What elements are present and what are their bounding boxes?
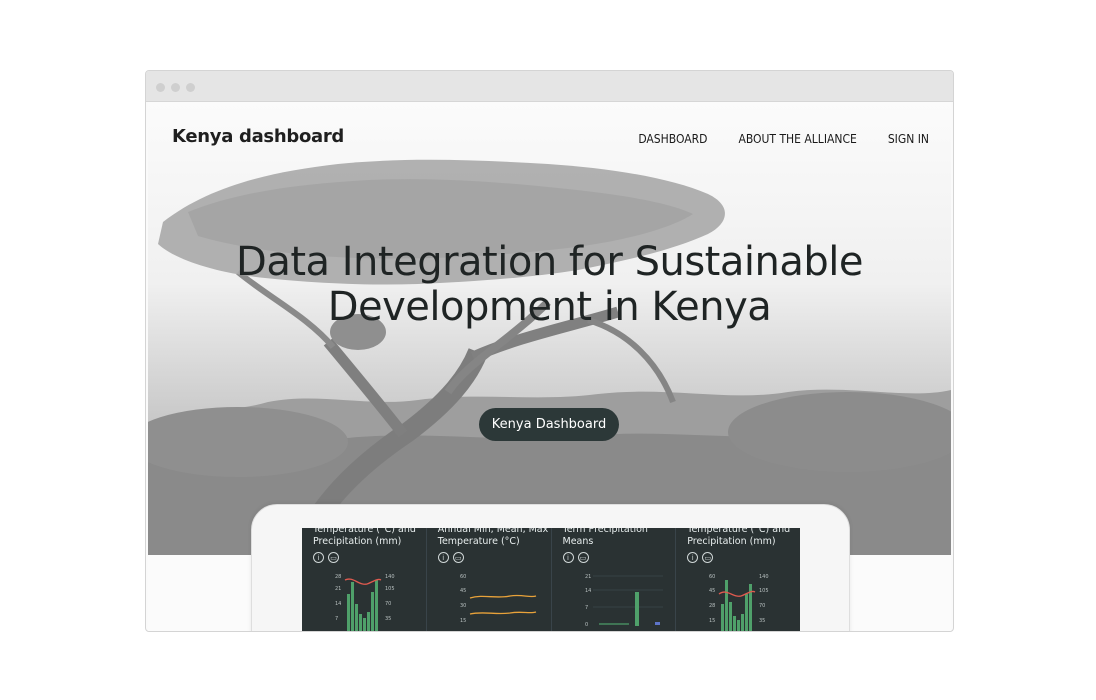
axis-tick-label: 14 (335, 601, 341, 607)
axis-tick-label: 45 (709, 588, 715, 594)
mini-chart: 28 21 14 7 140 105 70 35 (335, 574, 395, 631)
chart-panel: Temperature (°C) and Precipitation (mm) … (676, 528, 800, 631)
chart-title-line-2: Temperature (°C) (437, 536, 520, 547)
print-icon[interactable]: ▭ (702, 552, 714, 563)
mini-chart: 21 14 7 0 (585, 574, 663, 628)
axis-tick-label: 35 (385, 616, 391, 622)
hero-title-line-2: Development in Kenya (327, 284, 772, 330)
chart-panel: Term Precipitation Means i ▭ 21 14 7 0 (552, 528, 677, 631)
print-icon[interactable]: ▭ (577, 552, 589, 563)
top-nav: DASHBOARD ABOUT THE ALLIANCE SIGN IN (638, 132, 929, 146)
browser-titlebar (146, 71, 953, 102)
axis-tick-label: 35 (759, 618, 765, 624)
kenya-dashboard-button[interactable]: Kenya Dashboard (479, 408, 619, 441)
axis-tick-label: 70 (385, 601, 391, 607)
axis-tick-label: 105 (385, 586, 395, 592)
chart-title-line-1: Temperature (°C) and (313, 528, 416, 535)
axis-tick-label: 45 (460, 588, 466, 594)
chart-panel: Annual Min, Mean, Max Temperature (°C) i… (427, 528, 552, 631)
chart-title-line-2: Precipitation (mm) (313, 536, 402, 547)
chart-panel: Temperature (°C) and Precipitation (mm) … (302, 528, 427, 631)
axis-tick-label: 7 (335, 616, 338, 622)
window-dot-icon[interactable] (186, 83, 195, 92)
chart-title-line-1: Term Precipitation (562, 528, 648, 535)
info-icon[interactable]: i (562, 552, 574, 563)
chart-title-line-2: Means (562, 536, 594, 547)
axis-tick-label: 30 (460, 603, 466, 609)
mini-chart: 60 45 28 15 140 105 70 35 (709, 574, 769, 631)
tablet-preview: Temperature (°C) and Precipitation (mm) … (251, 504, 850, 631)
axis-tick-label: 28 (709, 603, 715, 609)
window-dot-icon[interactable] (156, 83, 165, 92)
print-icon[interactable]: ▭ (452, 552, 464, 563)
dashboard-preview-screen: Temperature (°C) and Precipitation (mm) … (302, 528, 800, 631)
axis-tick-label: 15 (709, 618, 715, 624)
brand-logo[interactable]: Kenya dashboard (172, 126, 344, 147)
axis-tick-label: 60 (460, 574, 466, 580)
print-icon[interactable]: ▭ (328, 552, 339, 563)
info-icon[interactable]: i (687, 552, 699, 563)
axis-tick-label: 70 (759, 603, 765, 609)
mini-chart: 60 45 30 15 (460, 574, 536, 624)
nav-dashboard-link[interactable]: DASHBOARD (638, 132, 707, 146)
hero-section: Kenya dashboard DASHBOARD ABOUT THE ALLI… (148, 102, 951, 555)
axis-tick-label: 140 (385, 574, 395, 580)
axis-tick-label: 60 (709, 574, 715, 580)
axis-tick-label: 15 (460, 618, 466, 624)
info-icon[interactable]: i (313, 552, 324, 563)
hero-title-line-1: Data Integration for Sustainable (236, 239, 863, 285)
window-dot-icon[interactable] (171, 83, 180, 92)
axis-tick-label: 140 (759, 574, 769, 580)
hero-title: Data Integration for Sustainable Develop… (148, 240, 951, 330)
nav-about-link[interactable]: ABOUT THE ALLIANCE (738, 132, 856, 146)
nav-sign-in-link[interactable]: SIGN IN (888, 132, 929, 146)
axis-tick-label: 105 (759, 588, 769, 594)
axis-tick-label: 14 (585, 588, 591, 594)
chart-title-line-1: Annual Min, Mean, Max (437, 528, 549, 535)
browser-window: Kenya dashboard DASHBOARD ABOUT THE ALLI… (145, 70, 954, 632)
chart-title-line-1: Temperature (°C) and (687, 528, 791, 535)
axis-tick-label: 21 (585, 574, 591, 580)
axis-tick-label: 28 (335, 574, 341, 580)
axis-tick-label: 7 (585, 605, 588, 611)
page-viewport: Kenya dashboard DASHBOARD ABOUT THE ALLI… (148, 102, 951, 631)
axis-tick-label: 21 (335, 586, 341, 592)
info-icon[interactable]: i (437, 552, 449, 563)
chart-title-line-2: Precipitation (mm) (687, 536, 776, 547)
axis-tick-label: 0 (585, 622, 588, 628)
